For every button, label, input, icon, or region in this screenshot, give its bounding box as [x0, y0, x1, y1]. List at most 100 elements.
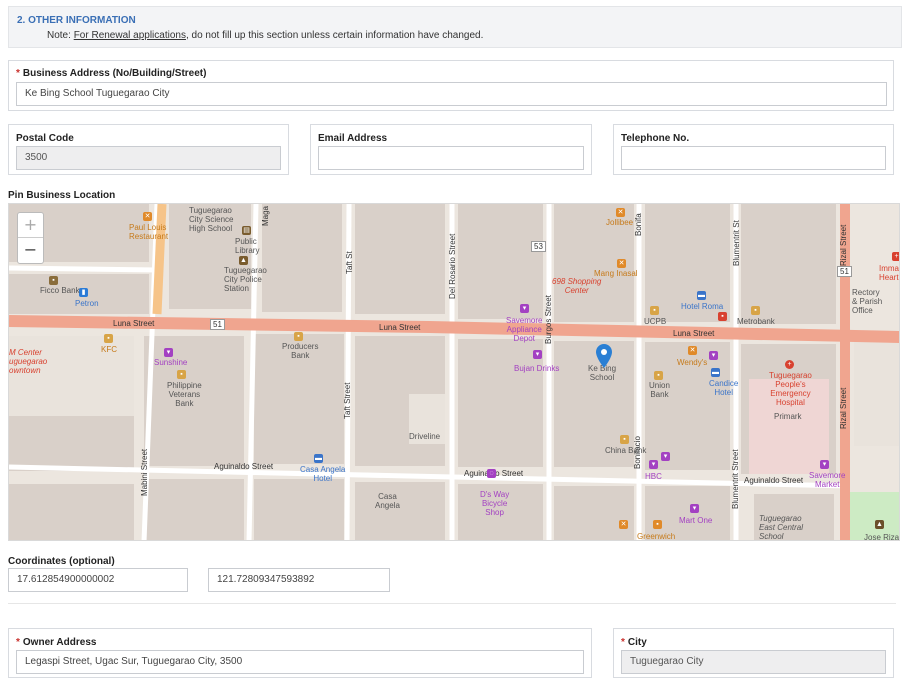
police-icon: ▲: [239, 256, 248, 265]
library-icon: ▤: [242, 226, 251, 235]
label-savemore-market: Savemore Market: [809, 471, 846, 489]
label-public-library: Public Library: [235, 237, 260, 255]
latitude-input[interactable]: 17.612854900000002: [8, 568, 188, 592]
hotel-icon-roma: ▬: [697, 291, 706, 300]
note-prefix: Note:: [47, 30, 74, 41]
business-address-input[interactable]: Ke Bing School Tuguegarao City: [16, 82, 887, 106]
shop-icon-sunshine: ▾: [164, 348, 173, 357]
coordinates-label: Coordinates (optional): [8, 556, 115, 567]
label-jose-rizal: Jose Rizal: [864, 533, 900, 541]
city-label-text: City: [627, 637, 647, 648]
blumentrit-st-label: Blumentrit St: [732, 220, 741, 266]
email-panel: Email Address: [310, 124, 592, 175]
section-header: 2. OTHER INFORMATION Note: For Renewal a…: [8, 6, 902, 48]
label-casa-angela: Casa Angela: [375, 492, 400, 510]
label-rectory: Rectory & Parish Office: [852, 288, 883, 315]
restaurant-icon-wendys: ✕: [688, 346, 697, 355]
label-hotel-roma: Hotel Roma: [681, 302, 724, 311]
email-input[interactable]: [318, 146, 584, 170]
bicycle-icon: ◌: [487, 469, 496, 478]
zoom-out-button[interactable]: −: [18, 238, 43, 263]
renewal-link[interactable]: For Renewal applications: [74, 30, 186, 41]
label-ph-veterans: Philippine Veterans Bank: [167, 381, 202, 408]
burgos-street-label: Burgos Street: [544, 295, 553, 344]
owner-address-label: * Owner Address: [16, 637, 96, 648]
label-sunshine: Sunshine: [154, 358, 188, 367]
label-bujan: Bujan Drinks: [514, 364, 560, 373]
telephone-panel: Telephone No.: [613, 124, 894, 175]
mabini-street-label: Mabini Street: [140, 448, 149, 496]
blumentrit-street-label: Blumentrit Street: [731, 449, 740, 509]
label-paul-louis: Paul Louis Restaurant: [129, 223, 169, 241]
luna-street-label-2: Luna Street: [379, 323, 421, 332]
hotel-icon-candice: ▬: [711, 368, 720, 377]
label-ficco: Ficco Bank: [40, 286, 80, 295]
hotel-icon-casa-angela: ▬: [314, 454, 323, 463]
section-title: 2. OTHER INFORMATION: [17, 15, 136, 26]
divider: [8, 603, 896, 604]
required-mark: *: [621, 637, 625, 648]
city-panel: * City Tuguegarao City: [613, 628, 894, 678]
owner-address-label-text: Owner Address: [22, 637, 97, 648]
business-address-label-text: Business Address (No/Building/Street): [22, 68, 207, 79]
bank-icon-kfc: ▪: [104, 334, 113, 343]
bank-icon-veterans: ▪: [177, 370, 186, 379]
owner-address-panel: * Owner Address Legaspi Street, Ugac Sur,…: [8, 628, 592, 678]
shop-icon-appliance: ▾: [520, 304, 529, 313]
label-ds-way: D's Way Bicycle Shop: [480, 490, 510, 517]
monument-icon: ▲: [875, 520, 884, 529]
label-ucpb: UCPB: [644, 317, 667, 326]
label-driveline: Driveline: [409, 432, 441, 441]
bank-icon-producers: ▪: [294, 332, 303, 341]
label-kfc: KFC: [101, 345, 117, 354]
luna-street-label-3: Luna Street: [673, 329, 715, 338]
hospital-icon: +: [785, 360, 794, 369]
aguinaldo-street-label-1: Aguinaldo Street: [214, 462, 274, 471]
bank-icon-china: ▪: [620, 435, 629, 444]
email-label: Email Address: [318, 133, 388, 144]
telephone-input[interactable]: [621, 146, 886, 170]
label-china-bank: China Bank: [605, 446, 647, 455]
label-mart-one: Mart One: [679, 516, 713, 525]
rizal-street-label-2: Rizal Street: [839, 387, 848, 429]
label-jollibee: Jollibee: [606, 218, 634, 227]
owner-address-input[interactable]: Legaspi Street, Ugac Sur, Tuguegarao Cit…: [16, 650, 584, 674]
bonifacio-label-1: Bonifa: [634, 213, 643, 236]
label-698-shopping: 698 Shopping Center: [552, 277, 602, 295]
zoom-in-button[interactable]: +: [18, 213, 43, 238]
shop-icon-greenwich: ▪: [653, 520, 662, 529]
route-51-label-2: 51: [837, 266, 852, 277]
required-mark: *: [16, 637, 20, 648]
longitude-input[interactable]: 121.72809347593892: [208, 568, 390, 592]
maga-street-label: Maga: [261, 205, 270, 226]
label-savemore-appliance: Savemore Appliance Depot: [506, 316, 543, 343]
postal-code-input[interactable]: 3500: [16, 146, 281, 170]
rizal-street-label-1: Rizal Street: [839, 224, 848, 266]
city-label: * City: [621, 637, 647, 648]
label-greenwich: Greenwich: [637, 532, 676, 541]
label-hbc: HBC: [645, 472, 662, 481]
location-pin-icon-svg: [596, 344, 612, 368]
business-location-map[interactable]: + − Luna Street Luna Street Luna Street …: [8, 203, 900, 541]
taft-st-label: Taft St: [345, 251, 354, 274]
map-zoom-control: + −: [17, 212, 44, 264]
label-producers: Producers Bank: [282, 342, 319, 360]
postal-code-panel: Postal Code 3500: [8, 124, 289, 175]
section-note: Note: For Renewal applications, do not f…: [47, 30, 483, 41]
fuel-icon: ▮: [79, 288, 88, 297]
telephone-label: Telephone No.: [621, 133, 690, 144]
shop-icon-hbc: ▾: [649, 460, 658, 469]
restaurant-icon-jollibee: ✕: [616, 208, 625, 217]
route-53-label: 53: [531, 241, 546, 252]
taft-street-label: Taft Street: [343, 382, 352, 419]
label-metrobank: Metrobank: [737, 317, 775, 326]
note-suffix: , do not fill up this section unless cer…: [185, 30, 484, 41]
label-union-bank: Union Bank: [649, 381, 670, 399]
route-51-label-1: 51: [210, 319, 225, 330]
city-input[interactable]: Tuguegarao City: [621, 650, 886, 674]
restaurant-icon: ✕: [143, 212, 152, 221]
restaurant-icon-greenwich: ✕: [619, 520, 628, 529]
luna-street-label-1: Luna Street: [113, 319, 155, 328]
business-address-panel: * Business Address (No/Building/Street) K…: [8, 60, 894, 111]
bank-icon-union: ▪: [654, 371, 663, 380]
